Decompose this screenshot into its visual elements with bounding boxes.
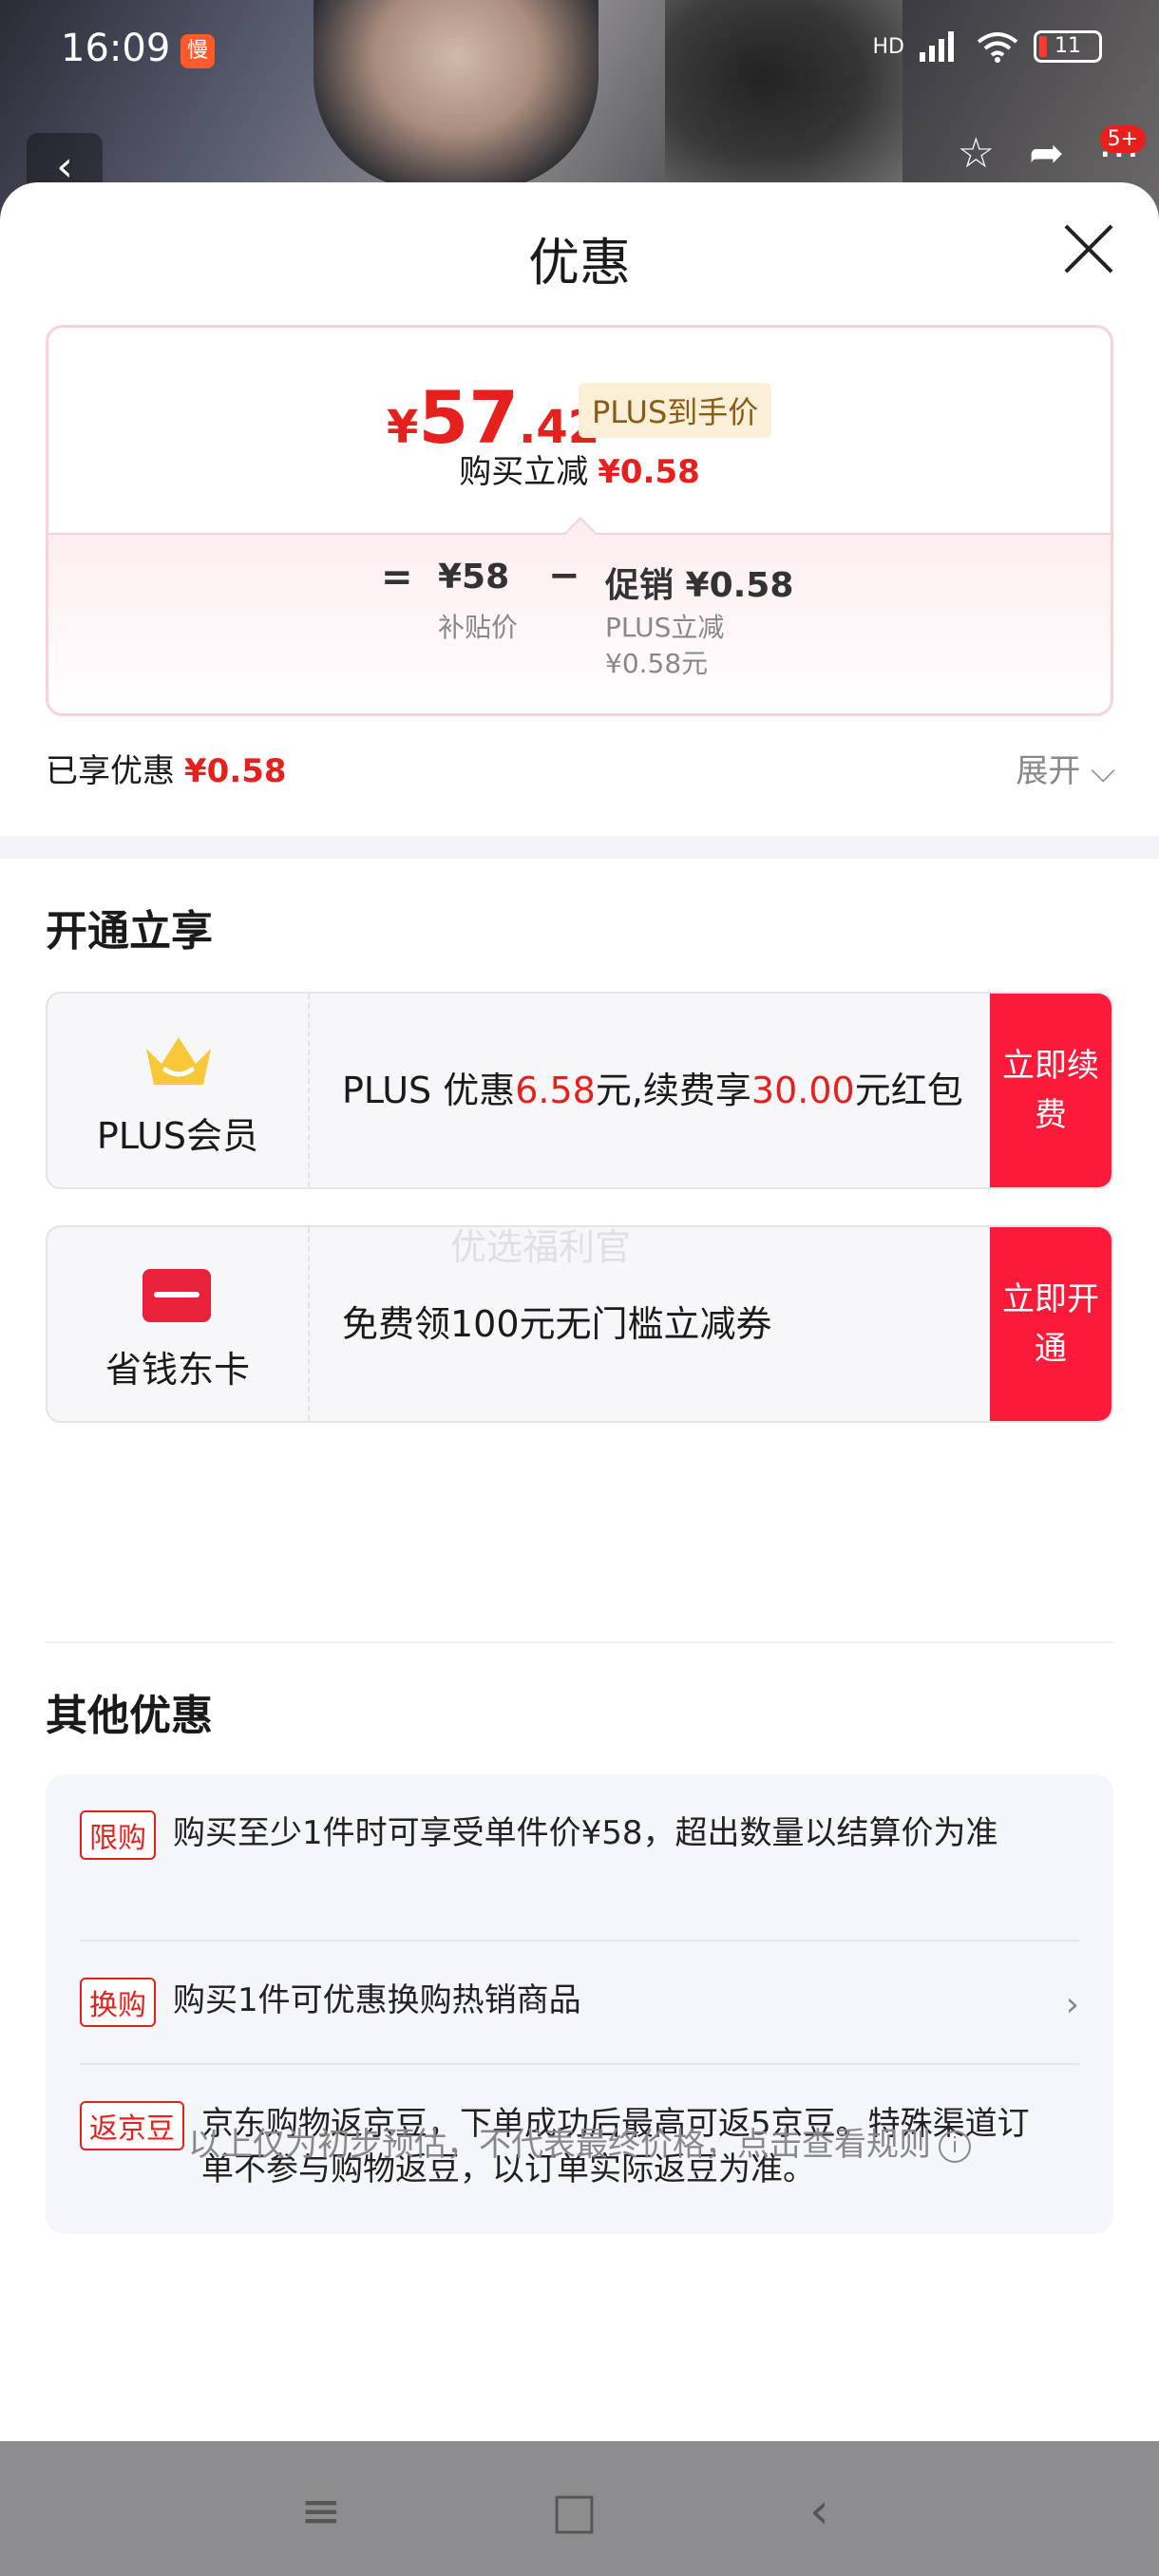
other-section-title: 其他优惠 — [46, 1692, 213, 1740]
list-item-limit: 限购 购买至少1件时可享受单件价¥58，超出数量以结算价为准 — [80, 1810, 1079, 1896]
exchange-tag: 换购 — [80, 1978, 156, 2027]
saving-card-text: 免费领100元无门槛立减券 — [342, 1303, 772, 1345]
rules-note-text[interactable]: 以上仅为初步预估，不代表最终价格，点击查看规则 — [188, 2126, 931, 2164]
plus-offer-text-a: PLUS 优惠 — [342, 1070, 516, 1111]
promo-value: 促销 ¥0.58 — [605, 566, 794, 605]
exchange-text: 购买1件可优惠换购热销商品 — [173, 1981, 581, 2019]
crown-icon — [146, 1037, 211, 1085]
sheet-title: 优惠 — [528, 233, 631, 293]
battery-level: 11 — [1054, 34, 1081, 58]
discount-sheet: 优惠 ¥ 57 .42 PLUS到手价 购买立减 ¥0.58 = ¥58 补贴价 … — [0, 182, 1159, 2441]
share-icon[interactable]: ➦ — [1029, 129, 1064, 178]
section-divider-line — [46, 1641, 1113, 1643]
saving-card-left: 省钱东卡 — [48, 1227, 310, 1421]
enjoyed-discount: 已享优惠 ¥0.58 — [46, 745, 287, 791]
list-item-exchange[interactable]: 换购 购买1件可优惠换购热销商品 › — [80, 1978, 1079, 2035]
row-divider — [80, 2063, 1079, 2065]
rules-note[interactable]: 以上仅为初步预估，不代表最终价格，点击查看规则 i — [0, 2118, 1159, 2165]
limit-text: 购买至少1件时可享受单件价¥58，超出数量以结算价为准 — [173, 1814, 998, 1852]
info-icon[interactable]: i — [939, 2130, 971, 2163]
section-divider — [0, 836, 1159, 859]
status-bar: 16:09 慢 HD 11 — [0, 0, 1159, 104]
status-time: 16:09 — [61, 27, 171, 70]
plus-member-label: PLUS会员 — [96, 1115, 259, 1157]
reduce-label: 购买立减 — [459, 453, 589, 491]
subsidy-label: 补贴价 — [438, 612, 519, 643]
reduce-line: 购买立减 ¥0.58 — [48, 445, 1111, 492]
menu-icon[interactable]: ≡ — [300, 2483, 342, 2540]
equals-sign: = — [381, 556, 413, 599]
enjoyed-value: ¥0.58 — [184, 752, 287, 790]
open-section-title: 开通立享 — [46, 907, 213, 956]
wifi-icon — [977, 32, 1018, 63]
other-offers-list: 限购 购买至少1件时可享受单件价¥58，超出数量以结算价为准 换购 购买1件可优… — [46, 1774, 1113, 2234]
notification-badge: 5+ — [1099, 125, 1146, 153]
reduce-value: ¥0.58 — [598, 453, 700, 491]
favorite-star-icon[interactable]: ☆ — [958, 129, 995, 178]
renew-button[interactable]: 立即续费 — [990, 994, 1112, 1187]
price-card: ¥ 57 .42 PLUS到手价 购买立减 ¥0.58 = ¥58 补贴价 − 促… — [46, 325, 1113, 716]
limit-tag: 限购 — [80, 1810, 156, 1860]
saving-card-label: 省钱东卡 — [104, 1349, 250, 1391]
expand-button[interactable]: 展开 ⌵ — [1016, 745, 1115, 791]
app-notification-icon: 慢 — [180, 34, 215, 68]
card-icon — [142, 1269, 211, 1322]
chevron-right-icon[interactable]: › — [1066, 1985, 1079, 2024]
plus-offer-amount: 6.58 — [515, 1070, 596, 1111]
more-icon[interactable]: ⋯ 5+ — [1098, 125, 1146, 178]
plus-offer-left: PLUS会员 — [48, 994, 310, 1187]
plus-offer-text-c: 元红包 — [854, 1070, 963, 1111]
enjoyed-label: 已享优惠 — [46, 752, 175, 790]
signal-icon — [920, 31, 954, 62]
home-icon[interactable]: □ — [551, 2483, 598, 2540]
promo-sub-value: ¥0.58元 — [605, 648, 709, 679]
system-nav-bar: ≡ □ ‹ — [0, 2441, 1159, 2576]
plus-offer-text: PLUS 优惠6.58元,续费享30.00元红包 — [342, 1064, 969, 1117]
plus-offer-redpacket: 30.00 — [750, 1070, 855, 1111]
plus-price-tag: PLUS到手价 — [579, 383, 772, 438]
top-actions: ☆ ➦ ⋯ 5+ — [958, 125, 1146, 178]
promo-sub-label: PLUS立减 — [605, 612, 725, 643]
minus-sign: − — [548, 554, 580, 597]
status-icons: HD 11 — [873, 30, 1102, 63]
plus-offer-card: PLUS会员 PLUS 优惠6.58元,续费享30.00元红包 立即续费 — [46, 992, 1113, 1189]
plus-offer-text-b: 元,续费享 — [595, 1070, 751, 1111]
row-divider — [80, 1940, 1079, 1941]
back-nav-icon[interactable]: ‹ — [809, 2483, 829, 2540]
hd-signal-icon: HD — [872, 34, 904, 59]
watermark: 优选福利官 — [450, 1226, 632, 1268]
close-icon[interactable] — [1062, 222, 1115, 275]
subsidy-price: ¥58 — [438, 558, 510, 597]
open-card-button[interactable]: 立即开通 — [990, 1227, 1112, 1421]
battery-icon: 11 — [1034, 30, 1102, 63]
